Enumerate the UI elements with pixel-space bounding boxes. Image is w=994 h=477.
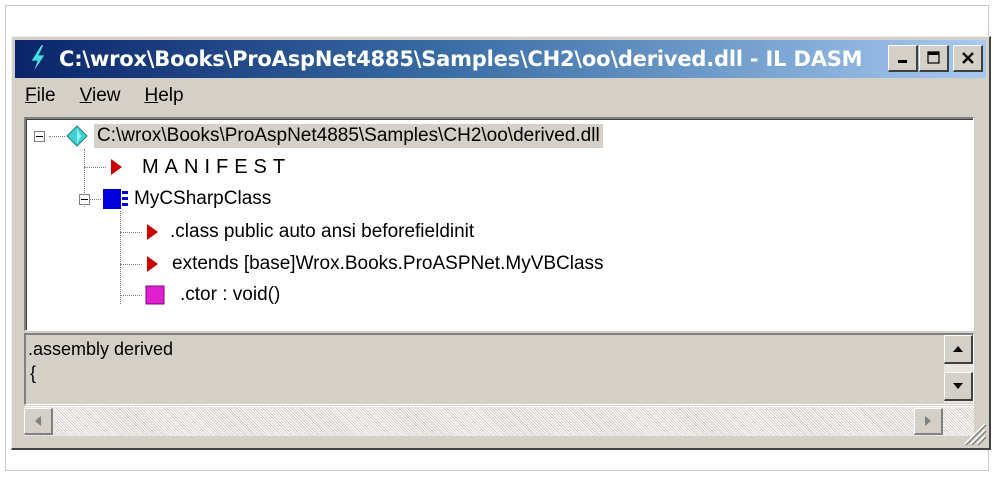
tree-row-member[interactable]: .class public auto ansi beforefieldinit xyxy=(144,217,474,247)
info-pane[interactable]: .assembly derived { xyxy=(24,333,974,405)
tree-row-manifest[interactable]: MANIFEST xyxy=(108,152,291,182)
title-bar[interactable]: C:\wrox\Books\ProAspNet4885\Samples\CH2\… xyxy=(15,40,986,78)
red-triangle-icon xyxy=(111,159,122,175)
tree-connector xyxy=(84,167,106,169)
menu-view-accel: V xyxy=(79,85,92,106)
red-triangle-icon xyxy=(147,256,158,272)
collapse-toggle[interactable] xyxy=(79,194,90,205)
arrow-right-icon xyxy=(925,416,931,426)
scroll-left-button[interactable] xyxy=(24,408,53,435)
method-icon xyxy=(145,285,165,305)
maximize-icon xyxy=(926,51,940,64)
menu-file-accel: F xyxy=(25,85,37,106)
tree-row-member[interactable]: extends [base]Wrox.Books.ProASPNet.MyVBC… xyxy=(144,249,604,279)
arrow-down-icon xyxy=(953,383,963,389)
tree-member-label: .class public auto ansi beforefieldinit xyxy=(170,221,475,242)
close-icon xyxy=(961,52,974,64)
maximize-button[interactable] xyxy=(919,45,949,72)
horizontal-scrollbar[interactable] xyxy=(24,406,974,436)
tree-connector xyxy=(120,295,142,297)
window-title: C:\wrox\Books\ProAspNet4885\Samples\CH2\… xyxy=(59,47,863,71)
menu-view-rest: iew xyxy=(91,85,121,106)
close-button[interactable] xyxy=(953,45,983,72)
class-icon xyxy=(103,189,128,209)
menu-help[interactable]: Help xyxy=(144,85,183,107)
tree-member-label: .ctor : void() xyxy=(180,284,281,305)
scroll-right-button[interactable] xyxy=(914,408,943,435)
tree-manifest-label: MANIFEST xyxy=(142,155,292,178)
tree-row-class[interactable]: MyCSharpClass xyxy=(102,184,271,214)
tree-connector xyxy=(120,211,122,304)
arrow-up-icon xyxy=(953,346,963,352)
menu-help-rest: elp xyxy=(158,85,184,106)
scroll-up-button[interactable] xyxy=(944,335,973,364)
tree-class-label: MyCSharpClass xyxy=(134,188,272,209)
ildasm-window: C:\wrox\Books\ProAspNet4885\Samples\CH2\… xyxy=(11,36,991,450)
menu-file-rest: ile xyxy=(36,85,56,106)
tree-root-label: C:\wrox\Books\ProAspNet4885\Samples\CH2\… xyxy=(94,124,603,148)
vertical-scrollbar[interactable] xyxy=(944,335,973,403)
tree-connector xyxy=(120,264,142,266)
menu-file[interactable]: File xyxy=(25,85,56,107)
title-buttons xyxy=(887,45,983,72)
minimize-button[interactable] xyxy=(888,45,918,72)
arrow-left-icon xyxy=(35,416,41,426)
tree-row-member[interactable]: .ctor : void() xyxy=(144,280,280,310)
resize-grip-icon[interactable] xyxy=(959,418,987,446)
info-line: { xyxy=(30,363,37,383)
minimize-icon xyxy=(897,60,907,63)
tree-view[interactable]: C:\wrox\Books\ProAspNet4885\Samples\CH2\… xyxy=(24,117,974,331)
red-triangle-icon xyxy=(147,224,158,240)
menu-bar: File View Help xyxy=(15,81,986,111)
scroll-down-button[interactable] xyxy=(944,372,973,401)
assembly-diamond-icon xyxy=(66,125,88,147)
tree-row-root[interactable]: C:\wrox\Books\ProAspNet4885\Samples\CH2\… xyxy=(66,121,603,151)
tree-connector xyxy=(49,136,65,138)
collapse-toggle[interactable] xyxy=(34,131,45,142)
tree-connector xyxy=(120,232,142,234)
info-line: .assembly derived xyxy=(28,339,174,359)
tree-member-label: extends [base]Wrox.Books.ProASPNet.MyVBC… xyxy=(172,253,604,274)
ildasm-app-icon xyxy=(21,42,55,76)
menu-help-accel: H xyxy=(144,85,159,106)
menu-view[interactable]: View xyxy=(80,85,121,107)
